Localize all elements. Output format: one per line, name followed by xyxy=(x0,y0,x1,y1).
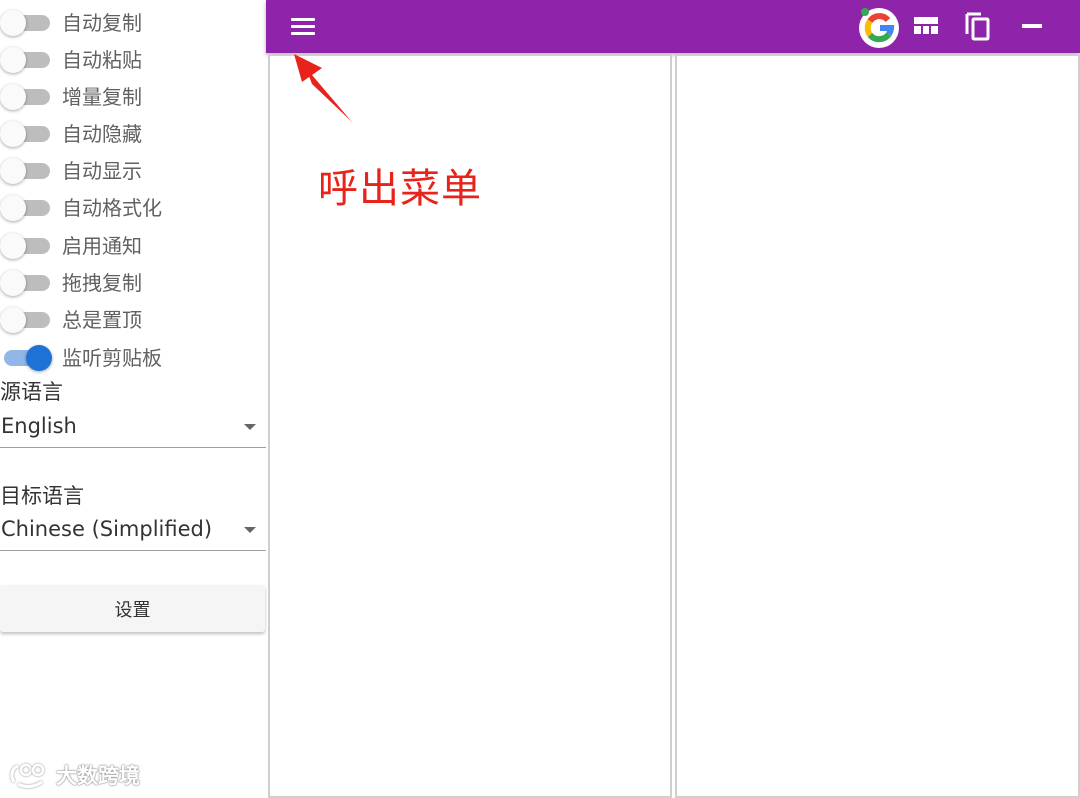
watermark-text: 大数跨境 xyxy=(56,764,140,788)
target-language-value: Chinese (Simplified) xyxy=(1,517,213,541)
toggle-label: 自动隐藏 xyxy=(62,122,142,146)
watermark: 大数跨境 xyxy=(8,760,140,790)
copy-icon[interactable] xyxy=(963,10,993,42)
toggle-label: 监听剪贴板 xyxy=(62,346,162,370)
toggle-auto-copy[interactable]: 自动复制 xyxy=(0,3,266,40)
toggle-label: 自动粘贴 xyxy=(62,48,142,72)
annotation-arrow-icon xyxy=(294,54,352,122)
translation-text-panel[interactable] xyxy=(675,54,1080,798)
sidebar: 自动复制 自动粘贴 增量复制 自动隐藏 自动显示 自动格式化 启用通知 拖拽复制… xyxy=(0,0,266,798)
google-icon[interactable] xyxy=(856,4,902,50)
toggle-listen-clipboard[interactable]: 监听剪贴板 xyxy=(0,338,266,375)
toggle-switch[interactable] xyxy=(0,7,54,37)
settings-button[interactable]: 设置 xyxy=(0,585,265,632)
target-language-label: 目标语言 xyxy=(0,484,84,508)
source-language-value: English xyxy=(1,414,77,438)
toggle-auto-hide[interactable]: 自动隐藏 xyxy=(0,114,266,151)
toggle-label: 增量复制 xyxy=(62,85,142,109)
toggle-label: 自动复制 xyxy=(62,11,142,35)
toggle-auto-format[interactable]: 自动格式化 xyxy=(0,188,266,225)
toggle-auto-paste[interactable]: 自动粘贴 xyxy=(0,40,266,77)
caret-down-icon xyxy=(244,527,256,533)
toggle-switch[interactable] xyxy=(0,342,54,372)
toggle-switch[interactable] xyxy=(0,81,54,111)
toggle-notifications[interactable]: 启用通知 xyxy=(0,226,266,263)
source-language-label: 源语言 xyxy=(0,380,63,404)
caret-down-icon xyxy=(244,424,256,430)
toggle-switch[interactable] xyxy=(0,230,54,260)
toggle-switch[interactable] xyxy=(0,267,54,297)
toggle-switch[interactable] xyxy=(0,155,54,185)
source-language-select[interactable]: English xyxy=(0,408,266,448)
toggle-switch[interactable] xyxy=(0,118,54,148)
toggle-incremental-copy[interactable]: 增量复制 xyxy=(0,77,266,114)
toggle-switch[interactable] xyxy=(0,192,54,222)
toggle-label: 自动显示 xyxy=(62,159,142,183)
toggle-always-on-top[interactable]: 总是置顶 xyxy=(0,300,266,337)
toggle-drag-copy[interactable]: 拖拽复制 xyxy=(0,263,266,300)
layout-icon[interactable] xyxy=(913,14,939,38)
toggle-auto-show[interactable]: 自动显示 xyxy=(0,151,266,188)
toggle-label: 总是置顶 xyxy=(62,308,142,332)
toggle-switch[interactable] xyxy=(0,304,54,334)
toggle-label: 启用通知 xyxy=(62,234,142,258)
top-app-bar xyxy=(266,0,1080,53)
minimize-icon[interactable] xyxy=(1018,12,1046,40)
watermark-logo-icon xyxy=(10,763,45,789)
toggle-label: 拖拽复制 xyxy=(62,271,142,295)
toggle-switch[interactable] xyxy=(0,44,54,74)
toggle-label: 自动格式化 xyxy=(62,196,162,220)
annotation-text: 呼出菜单 xyxy=(318,166,482,212)
menu-icon[interactable] xyxy=(288,12,318,42)
target-language-select[interactable]: Chinese (Simplified) xyxy=(0,511,266,551)
